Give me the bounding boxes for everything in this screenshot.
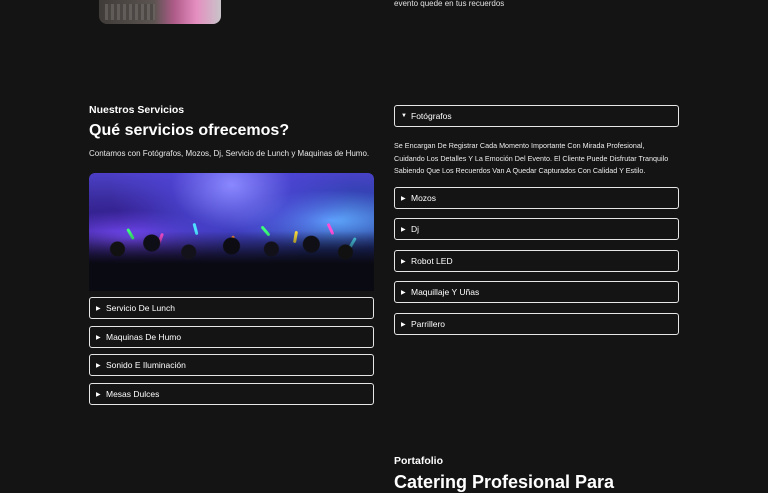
triangle-right-icon: ▶ [401, 289, 406, 296]
triangle-right-icon: ▶ [96, 362, 101, 369]
accordion-label: Servicio De Lunch [106, 303, 175, 313]
photo-detail [105, 4, 155, 20]
accordion-fotografos[interactable]: ▼ Fotógrafos [394, 105, 679, 127]
accordion-label: Maquillaje Y Uñas [411, 287, 480, 297]
accordion-mozos[interactable]: ▶ Mozos [394, 187, 679, 209]
accordion-dj[interactable]: ▶ Dj [394, 218, 679, 240]
services-kicker: Nuestros Servicios [89, 104, 185, 116]
triangle-right-icon: ▶ [401, 195, 406, 202]
accordion-mesas-dulces[interactable]: ▶ Mesas Dulces [89, 383, 374, 405]
services-heading: Qué servicios ofrecemos? [89, 122, 290, 139]
top-caption: evento quede en tus recuerdos [394, 0, 505, 8]
triangle-right-icon: ▶ [401, 258, 406, 265]
triangle-right-icon: ▶ [96, 305, 101, 312]
triangle-down-icon: ▼ [401, 113, 407, 119]
triangle-right-icon: ▶ [401, 226, 406, 233]
accordion-panel-fotografos: Se Encargan De Registrar Cada Momento Im… [394, 140, 679, 178]
accordion-sonido-e-iluminacion[interactable]: ▶ Sonido E Iluminación [89, 354, 374, 376]
accordion-label: Dj [411, 224, 420, 234]
accordion-label: Mesas Dulces [106, 389, 160, 399]
accordion-label: Sonido E Iluminación [106, 360, 186, 370]
accordion-robot-led[interactable]: ▶ Robot LED [394, 250, 679, 272]
event-photo-top [99, 0, 221, 24]
accordion-label: Parrillero [411, 319, 446, 329]
accordion-servicio-de-lunch[interactable]: ▶ Servicio De Lunch [89, 297, 374, 319]
panel-text-line: Sabiendo Que Los Recuerdos Van A Quedar … [394, 166, 646, 176]
accordion-label: Maquinas De Humo [106, 332, 182, 342]
accordion-maquillaje-y-unas[interactable]: ▶ Maquillaje Y Uñas [394, 281, 679, 303]
triangle-right-icon: ▶ [96, 334, 101, 341]
accordion-parrillero[interactable]: ▶ Parrillero [394, 313, 679, 335]
accordion-label: Fotógrafos [411, 111, 452, 121]
services-intro: Contamos con Fotógrafos, Mozos, Dj, Serv… [89, 149, 370, 158]
portfolio-kicker: Portafolio [394, 455, 443, 467]
accordion-maquinas-de-humo[interactable]: ▶ Maquinas De Humo [89, 326, 374, 348]
panel-text-line: Se Encargan De Registrar Cada Momento Im… [394, 141, 645, 150]
accordion-label: Robot LED [411, 256, 453, 266]
accordion-label: Mozos [411, 193, 437, 203]
triangle-right-icon: ▶ [401, 321, 406, 328]
party-photo [89, 173, 374, 291]
crowd-silhouettes [89, 231, 374, 291]
panel-text-line: Cuidando Los Detalles Y La Emoción Del E… [394, 153, 669, 163]
triangle-right-icon: ▶ [96, 391, 101, 398]
